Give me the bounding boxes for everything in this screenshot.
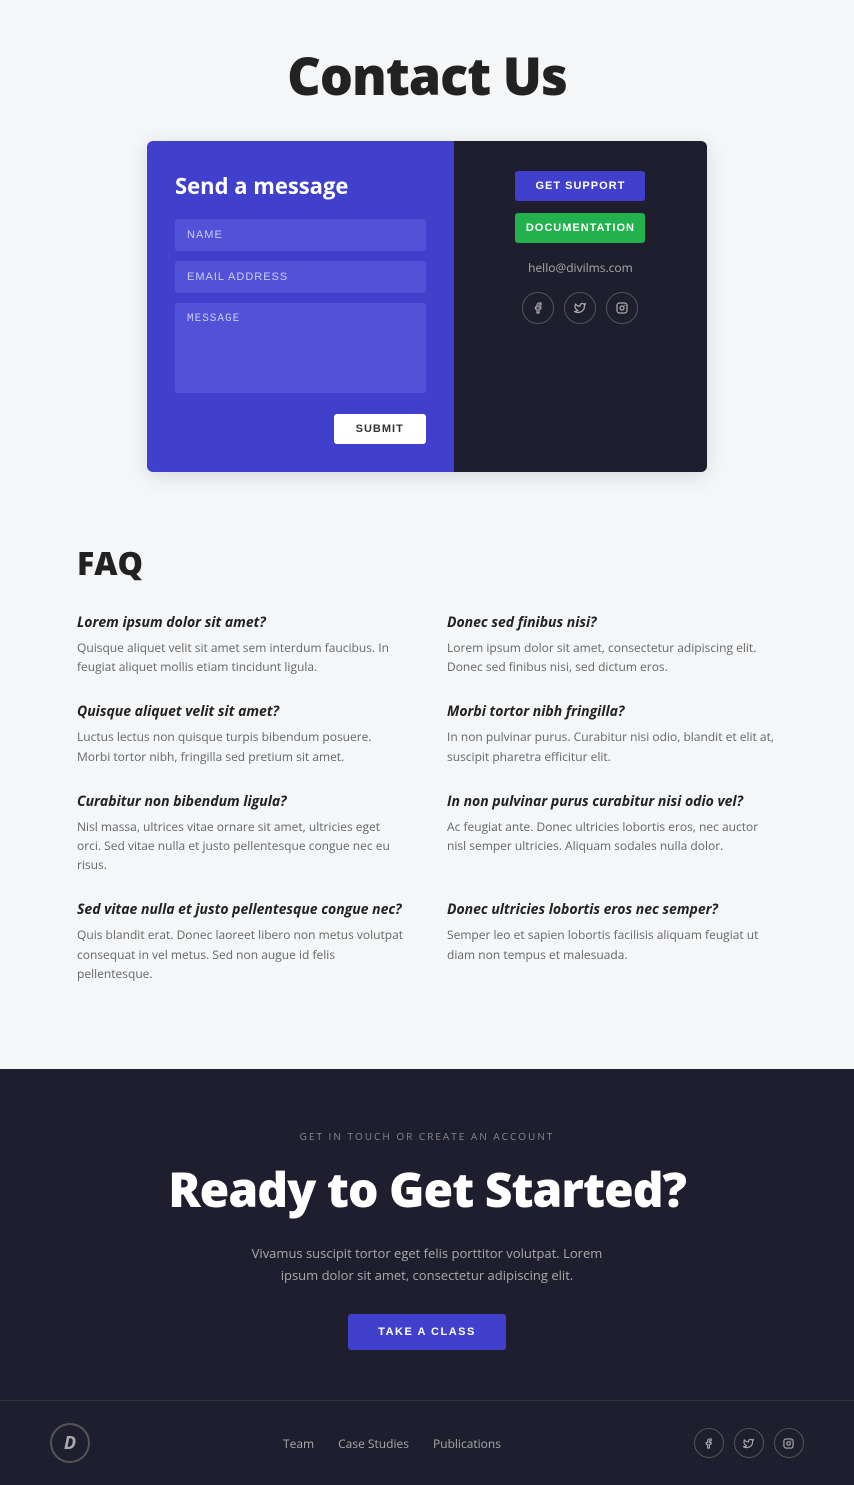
get-support-button[interactable]: GET SUPPORT	[515, 171, 645, 201]
footer-facebook-icon[interactable]	[694, 1428, 724, 1458]
faq-item: Donec sed finibus nisi? Lorem ipsum dolo…	[447, 613, 777, 676]
footer-nav: Team Case Studies Publications	[283, 1435, 501, 1452]
faq-answer: Luctus lectus non quisque turpis bibendu…	[77, 727, 407, 765]
logo-letter: D	[64, 1431, 76, 1455]
email-input[interactable]	[175, 261, 426, 293]
form-title: Send a message	[175, 171, 426, 201]
faq-question: Morbi tortor nibh fringilla?	[447, 702, 777, 721]
faq-item: Curabitur non bibendum ligula? Nisl mass…	[77, 792, 407, 875]
faq-section: FAQ Lorem ipsum dolor sit amet? Quisque …	[47, 522, 807, 1069]
take-a-class-button[interactable]: TAKE A CLASS	[348, 1314, 506, 1350]
footer: D Team Case Studies Publications	[0, 1400, 854, 1485]
faq-item: Lorem ipsum dolor sit amet? Quisque aliq…	[77, 613, 407, 676]
faq-answer: Nisl massa, ultrices vitae ornare sit am…	[77, 817, 407, 875]
cta-section: GET IN TOUCH OR CREATE AN ACCOUNT Ready …	[0, 1069, 854, 1400]
faq-item: Quisque aliquet velit sit amet? Luctus l…	[77, 702, 407, 765]
contact-email: hello@divilms.com	[528, 259, 633, 276]
footer-instagram-icon[interactable]	[774, 1428, 804, 1458]
twitter-icon[interactable]	[564, 292, 596, 324]
faq-question: Sed vitae nulla et justo pellentesque co…	[77, 900, 407, 919]
faq-answer: Quis blandit erat. Donec laoreet libero …	[77, 925, 407, 983]
social-icons	[522, 292, 638, 324]
faq-title: FAQ	[77, 542, 777, 585]
faq-question: Curabitur non bibendum ligula?	[77, 792, 407, 811]
faq-grid: Lorem ipsum dolor sit amet? Quisque aliq…	[77, 613, 777, 1009]
page-title-section: Contact Us	[0, 0, 854, 141]
faq-question: Quisque aliquet velit sit amet?	[77, 702, 407, 721]
cta-heading: Ready to Get Started?	[20, 1157, 834, 1222]
footer-twitter-icon[interactable]	[734, 1428, 764, 1458]
faq-item: Morbi tortor nibh fringilla? In non pulv…	[447, 702, 777, 765]
name-input[interactable]	[175, 219, 426, 251]
faq-item: Sed vitae nulla et justo pellentesque co…	[77, 900, 407, 983]
submit-button[interactable]: SUBMIT	[334, 414, 426, 444]
faq-answer: Semper leo et sapien lobortis facilisis …	[447, 925, 777, 963]
footer-logo: D	[50, 1423, 90, 1463]
faq-answer: Ac feugiat ante. Donec ultricies loborti…	[447, 817, 777, 855]
facebook-icon[interactable]	[522, 292, 554, 324]
page-title: Contact Us	[20, 40, 834, 111]
footer-social-icons	[694, 1428, 804, 1458]
faq-answer: Lorem ipsum dolor sit amet, consectetur …	[447, 638, 777, 676]
faq-question: Donec sed finibus nisi?	[447, 613, 777, 632]
instagram-icon[interactable]	[606, 292, 638, 324]
faq-item: Donec ultricies lobortis eros nec semper…	[447, 900, 777, 983]
contact-card: Send a message SUBMIT GET SUPPORT DOCUME…	[147, 141, 707, 472]
documentation-button[interactable]: DOCUMENTATION	[515, 213, 645, 243]
faq-question: Donec ultricies lobortis eros nec semper…	[447, 900, 777, 919]
cta-text: Vivamus suscipit tortor eget felis portt…	[247, 1242, 607, 1286]
footer-nav-link[interactable]: Team	[283, 1435, 314, 1452]
faq-answer: Quisque aliquet velit sit amet sem inter…	[77, 638, 407, 676]
contact-info-panel: GET SUPPORT DOCUMENTATION hello@divilms.…	[454, 141, 707, 472]
faq-question: In non pulvinar purus curabitur nisi odi…	[447, 792, 777, 811]
faq-answer: In non pulvinar purus. Curabitur nisi od…	[447, 727, 777, 765]
faq-question: Lorem ipsum dolor sit amet?	[77, 613, 407, 632]
footer-nav-link[interactable]: Publications	[433, 1435, 501, 1452]
footer-nav-link[interactable]: Case Studies	[338, 1435, 409, 1452]
contact-form-panel: Send a message SUBMIT	[147, 141, 454, 472]
message-input[interactable]	[175, 303, 426, 393]
faq-item: In non pulvinar purus curabitur nisi odi…	[447, 792, 777, 875]
cta-eyebrow: GET IN TOUCH OR CREATE AN ACCOUNT	[20, 1129, 834, 1143]
